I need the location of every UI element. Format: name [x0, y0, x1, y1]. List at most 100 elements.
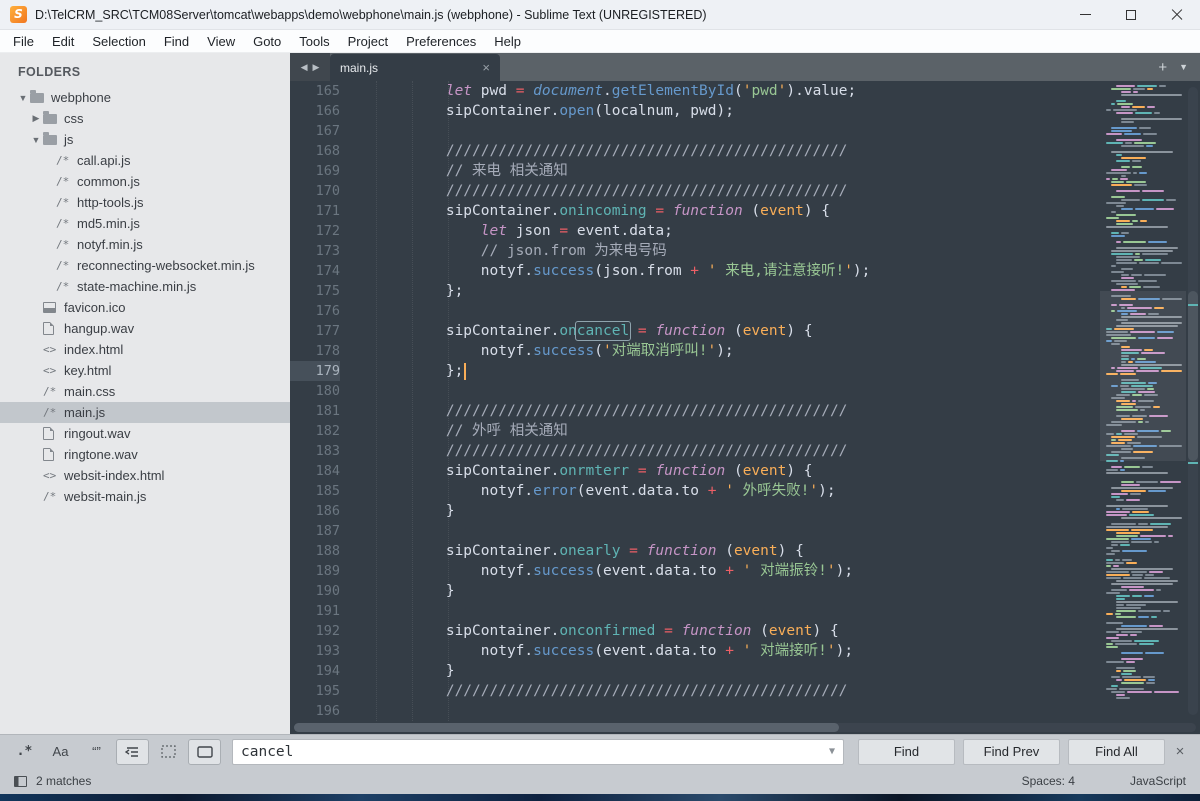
- menu-edit[interactable]: Edit: [43, 32, 83, 51]
- tree-item-websit-main-js[interactable]: /*websit-main.js: [0, 486, 290, 507]
- line-content: }: [340, 501, 455, 521]
- wrap-toggle-button[interactable]: [116, 739, 149, 765]
- code-line-173[interactable]: 173 // json.from 为来电号码: [290, 241, 1100, 261]
- code-line-187[interactable]: 187: [290, 521, 1100, 541]
- code-line-179[interactable]: 179 };: [290, 361, 1100, 381]
- code-line-189[interactable]: 189 notyf.success(event.data.to + ' 对端振铃…: [290, 561, 1100, 581]
- tree-item-common-js[interactable]: /*common.js: [0, 171, 290, 192]
- tree-item-index-html[interactable]: <>index.html: [0, 339, 290, 360]
- panel-toggle-icon[interactable]: [14, 776, 27, 787]
- menu-selection[interactable]: Selection: [83, 32, 154, 51]
- menu-view[interactable]: View: [198, 32, 244, 51]
- in-selection-toggle-button[interactable]: [152, 739, 185, 765]
- tree-item-favicon-ico[interactable]: favicon.ico: [0, 297, 290, 318]
- code-line-191[interactable]: 191: [290, 601, 1100, 621]
- chevron-down-icon[interactable]: ▼: [29, 135, 43, 145]
- code-line-184[interactable]: 184 sipContainer.onrmterr = function (ev…: [290, 461, 1100, 481]
- tree-item-js[interactable]: ▼js: [0, 129, 290, 150]
- code-line-177[interactable]: 177 sipContainer.oncancel = function (ev…: [290, 321, 1100, 341]
- code-line-168[interactable]: 168 ////////////////////////////////////…: [290, 141, 1100, 161]
- case-sensitive-toggle-button[interactable]: Aa: [44, 739, 77, 765]
- code-line-185[interactable]: 185 notyf.error(event.data.to + ' 外呼失败!'…: [290, 481, 1100, 501]
- minimap[interactable]: [1100, 81, 1186, 721]
- code-line-181[interactable]: 181 ////////////////////////////////////…: [290, 401, 1100, 421]
- menu-help[interactable]: Help: [485, 32, 530, 51]
- menu-tools[interactable]: Tools: [290, 32, 338, 51]
- vertical-scrollbar-thumb[interactable]: [1188, 291, 1198, 461]
- tree-item-css[interactable]: ▶css: [0, 108, 290, 129]
- tree-item-hangup-wav[interactable]: hangup.wav: [0, 318, 290, 339]
- tab-main-js[interactable]: main.js ×: [330, 54, 500, 81]
- tree-item-websit-index-html[interactable]: <>websit-index.html: [0, 465, 290, 486]
- code-line-170[interactable]: 170 ////////////////////////////////////…: [290, 181, 1100, 201]
- tab-overflow-icon[interactable]: ▼: [1179, 62, 1188, 72]
- new-tab-icon[interactable]: +: [1158, 59, 1167, 76]
- horizontal-scrollbar-thumb[interactable]: [294, 723, 839, 732]
- code-line-182[interactable]: 182 // 外呼 相关通知: [290, 421, 1100, 441]
- code-line-178[interactable]: 178 notyf.success('对端取消呼叫!');: [290, 341, 1100, 361]
- find-input[interactable]: cancel ▼: [232, 739, 844, 765]
- tree-item-http-tools-js[interactable]: /*http-tools.js: [0, 192, 290, 213]
- code-line-186[interactable]: 186 }: [290, 501, 1100, 521]
- tree-item-md5-min-js[interactable]: /*md5.min.js: [0, 213, 290, 234]
- chevron-down-icon[interactable]: ▼: [16, 93, 30, 103]
- tree-item-notyf-min-js[interactable]: /*notyf.min.js: [0, 234, 290, 255]
- vertical-scrollbar[interactable]: [1186, 81, 1200, 721]
- code-line-174[interactable]: 174 notyf.success(json.from + ' 来电,请注意接听…: [290, 261, 1100, 281]
- code-line-166[interactable]: 166 sipContainer.open(localnum, pwd);: [290, 101, 1100, 121]
- indent-setting[interactable]: Spaces: 4: [1022, 774, 1075, 788]
- tree-item-reconnecting-websocket-min-js[interactable]: /*reconnecting-websocket.min.js: [0, 255, 290, 276]
- syntax-setting[interactable]: JavaScript: [1130, 774, 1186, 788]
- close-button[interactable]: [1154, 0, 1200, 29]
- find-all-button[interactable]: Find All: [1068, 739, 1165, 765]
- menu-find[interactable]: Find: [155, 32, 198, 51]
- tab-close-icon[interactable]: ×: [482, 60, 490, 75]
- sublime-text-window: S D:\TelCRM_SRC\TCM08Server\tomcat\webap…: [0, 0, 1200, 801]
- code-line-180[interactable]: 180: [290, 381, 1100, 401]
- menu-project[interactable]: Project: [339, 32, 397, 51]
- minimap-viewport[interactable]: [1100, 291, 1186, 461]
- tree-item-main-js[interactable]: /*main.js: [0, 402, 290, 423]
- regex-toggle-button[interactable]: .*: [8, 739, 41, 765]
- code-line-172[interactable]: 172 let json = event.data;: [290, 221, 1100, 241]
- horizontal-scrollbar[interactable]: [290, 721, 1200, 734]
- code-line-169[interactable]: 169 // 来电 相关通知: [290, 161, 1100, 181]
- menu-file[interactable]: File: [4, 32, 43, 51]
- tab-forward-icon[interactable]: ▶: [313, 62, 320, 73]
- find-button[interactable]: Find: [858, 739, 955, 765]
- tree-item-state-machine-min-js[interactable]: /*state-machine.min.js: [0, 276, 290, 297]
- chevron-right-icon[interactable]: ▶: [29, 113, 43, 124]
- menu-preferences[interactable]: Preferences: [397, 32, 485, 51]
- find-history-dropdown-icon[interactable]: ▼: [829, 746, 835, 757]
- tree-item-main-css[interactable]: /*main.css: [0, 381, 290, 402]
- tree-item-ringtone-wav[interactable]: ringtone.wav: [0, 444, 290, 465]
- minimize-button[interactable]: [1062, 0, 1108, 29]
- code-line-192[interactable]: 192 sipContainer.onconfirmed = function …: [290, 621, 1100, 641]
- code-line-171[interactable]: 171 sipContainer.onincoming = function (…: [290, 201, 1100, 221]
- tree-item-key-html[interactable]: <>key.html: [0, 360, 290, 381]
- code-editor[interactable]: 165 let pwd = document.getElementById('p…: [290, 81, 1100, 721]
- code-line-188[interactable]: 188 sipContainer.onearly = function (eve…: [290, 541, 1100, 561]
- code-line-196[interactable]: 196: [290, 701, 1100, 721]
- code-line-193[interactable]: 193 notyf.success(event.data.to + ' 对端接听…: [290, 641, 1100, 661]
- tree-item-webphone[interactable]: ▼webphone: [0, 87, 290, 108]
- code-line-176[interactable]: 176: [290, 301, 1100, 321]
- code-line-165[interactable]: 165 let pwd = document.getElementById('p…: [290, 81, 1100, 101]
- tree-item-call-api-js[interactable]: /*call.api.js: [0, 150, 290, 171]
- menu-goto[interactable]: Goto: [244, 32, 290, 51]
- code-line-167[interactable]: 167: [290, 121, 1100, 141]
- find-panel-close-button[interactable]: ×: [1168, 743, 1192, 760]
- whole-word-toggle-button[interactable]: “”: [80, 739, 113, 765]
- find-prev-button[interactable]: Find Prev: [963, 739, 1060, 765]
- tree-item-ringout-wav[interactable]: ringout.wav: [0, 423, 290, 444]
- code-line-194[interactable]: 194 }: [290, 661, 1100, 681]
- code-line-183[interactable]: 183 ////////////////////////////////////…: [290, 441, 1100, 461]
- highlight-matches-toggle-button[interactable]: [188, 739, 221, 765]
- code-line-175[interactable]: 175 };: [290, 281, 1100, 301]
- code-line-195[interactable]: 195 ////////////////////////////////////…: [290, 681, 1100, 701]
- maximize-button[interactable]: [1108, 0, 1154, 29]
- line-number: 167: [290, 121, 340, 141]
- tab-back-icon[interactable]: ◀: [301, 62, 308, 73]
- status-bar: 2 matches Spaces: 4 JavaScript: [0, 768, 1200, 794]
- code-line-190[interactable]: 190 }: [290, 581, 1100, 601]
